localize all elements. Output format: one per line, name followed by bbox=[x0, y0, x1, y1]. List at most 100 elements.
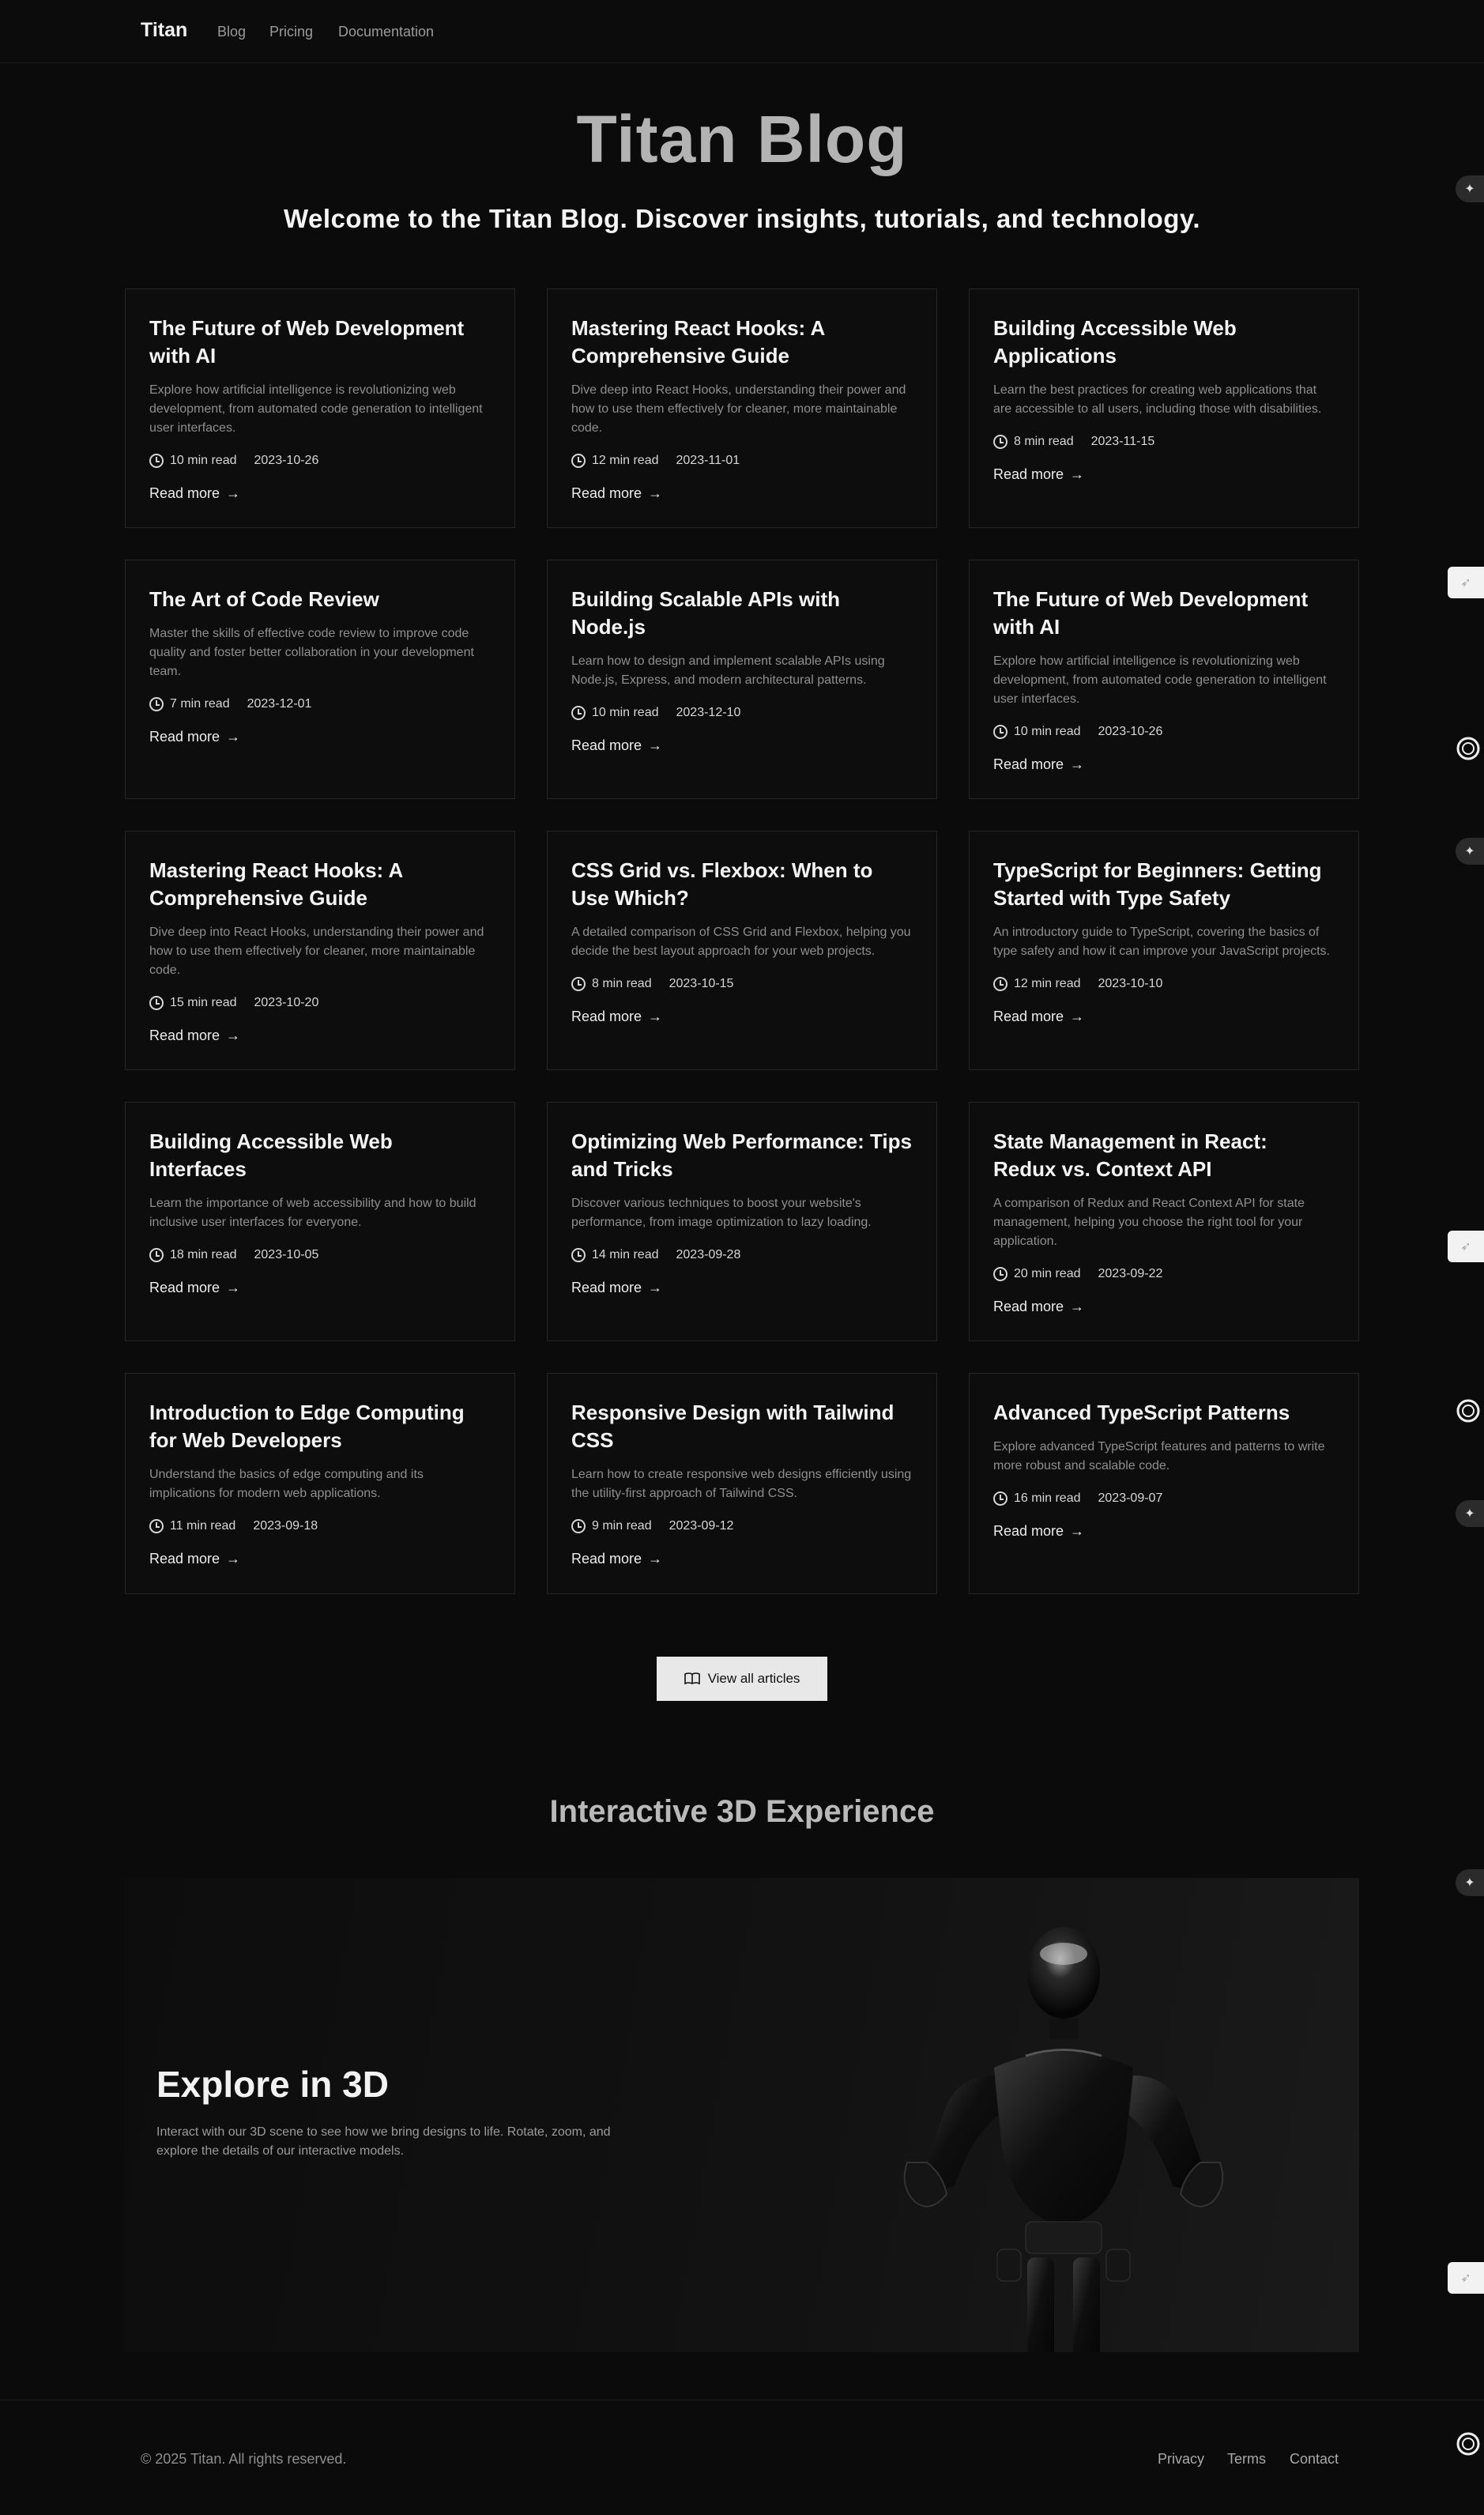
read-more-link[interactable]: Read more → bbox=[571, 737, 662, 754]
article-title[interactable]: Building Scalable APIs with Node.js bbox=[571, 586, 913, 641]
arrow-right-icon: → bbox=[226, 1280, 241, 1295]
read-more-link[interactable]: Read more → bbox=[993, 1009, 1084, 1025]
clock-icon bbox=[149, 697, 164, 711]
article-description: A detailed comparison of CSS Grid and Fl… bbox=[571, 926, 911, 958]
clock-icon bbox=[149, 1519, 164, 1533]
article-title[interactable]: Building Accessible Web Interfaces bbox=[149, 1128, 491, 1183]
article-title[interactable]: The Future of Web Development with AI bbox=[993, 586, 1335, 641]
arrow-right-icon: → bbox=[226, 729, 241, 745]
nav-link-pricing[interactable]: Pricing bbox=[269, 24, 313, 40]
arrow-right-icon: → bbox=[648, 737, 663, 753]
rocket-icon[interactable]: ➶ bbox=[1448, 567, 1484, 598]
article-card[interactable]: Introduction to Edge Computing for Web D… bbox=[125, 1373, 515, 1594]
publish-date: 2023-10-20 bbox=[254, 996, 319, 1009]
article-title[interactable]: Mastering React Hooks: A Comprehensive G… bbox=[571, 315, 913, 370]
ring-icon[interactable] bbox=[1452, 1395, 1484, 1427]
read-time: 11 min read bbox=[170, 1519, 236, 1533]
arrow-right-icon: → bbox=[1070, 1523, 1085, 1539]
read-more-label: Read more bbox=[993, 1299, 1064, 1314]
sparkle-icon[interactable]: ✦ bbox=[1456, 1869, 1484, 1896]
article-card[interactable]: The Future of Web Development with AI Exp… bbox=[969, 560, 1359, 799]
article-meta: 10 min read 2023-10-26 bbox=[149, 454, 491, 468]
article-card[interactable]: Mastering React Hooks: A Comprehensive G… bbox=[125, 831, 515, 1070]
clock-icon bbox=[993, 1267, 1008, 1281]
read-more-link[interactable]: Read more → bbox=[993, 756, 1084, 773]
publish-date: 2023-09-18 bbox=[253, 1519, 318, 1533]
article-card[interactable]: CSS Grid vs. Flexbox: When to Use Which?… bbox=[547, 831, 937, 1070]
read-more-link[interactable]: Read more → bbox=[149, 1027, 240, 1044]
read-more-link[interactable]: Read more → bbox=[571, 1009, 662, 1025]
article-card[interactable]: Responsive Design with Tailwind CSS Learn… bbox=[547, 1373, 937, 1594]
ring-icon[interactable] bbox=[1452, 2428, 1484, 2460]
article-title[interactable]: Mastering React Hooks: A Comprehensive G… bbox=[149, 857, 491, 912]
sparkle-icon[interactable]: ✦ bbox=[1456, 1500, 1484, 1527]
read-more-link[interactable]: Read more → bbox=[571, 485, 662, 502]
article-title[interactable]: Building Accessible Web Applications bbox=[993, 315, 1335, 370]
top-nav: Titan Blog Pricing Documentation bbox=[0, 0, 1484, 63]
article-card[interactable]: State Management in React: Redux vs. Con… bbox=[969, 1102, 1359, 1341]
article-title[interactable]: CSS Grid vs. Flexbox: When to Use Which? bbox=[571, 857, 913, 912]
article-description: An introductory guide to TypeScript, cov… bbox=[993, 926, 1330, 958]
read-more-label: Read more bbox=[149, 729, 220, 745]
rocket-icon[interactable]: ➶ bbox=[1448, 1231, 1484, 1262]
article-card[interactable]: Building Accessible Web Applications Lear… bbox=[969, 288, 1359, 528]
copyright-text: © 2025 Titan. All rights reserved. bbox=[141, 2451, 347, 2467]
article-title[interactable]: TypeScript for Beginners: Getting Starte… bbox=[993, 857, 1335, 912]
arrow-right-icon: → bbox=[1070, 466, 1085, 482]
article-card[interactable]: Mastering React Hooks: A Comprehensive G… bbox=[547, 288, 937, 528]
read-more-link[interactable]: Read more → bbox=[149, 1280, 240, 1296]
rocket-icon[interactable]: ➶ bbox=[1448, 2262, 1484, 2294]
read-more-link[interactable]: Read more → bbox=[993, 1523, 1084, 1540]
read-more-label: Read more bbox=[149, 1551, 220, 1567]
read-more-link[interactable]: Read more → bbox=[571, 1551, 662, 1567]
nav-link-blog[interactable]: Blog bbox=[217, 24, 246, 40]
sparkle-icon[interactable]: ✦ bbox=[1456, 838, 1484, 865]
article-card[interactable]: Optimizing Web Performance: Tips and Tri… bbox=[547, 1102, 937, 1341]
article-description: Learn the best practices for creating we… bbox=[993, 383, 1322, 416]
article-card[interactable]: Advanced TypeScript Patterns Explore adva… bbox=[969, 1373, 1359, 1594]
3d-scene-canvas[interactable]: Explore in 3D Interact with our 3D scene… bbox=[125, 1878, 1359, 2352]
ring-icon[interactable] bbox=[1452, 733, 1484, 764]
brand-logo[interactable]: Titan bbox=[141, 19, 187, 42]
article-description: Explore advanced TypeScript features and… bbox=[993, 1440, 1325, 1472]
page-subtitle: Welcome to the Titan Blog. Discover insi… bbox=[284, 204, 1200, 233]
article-card[interactable]: The Art of Code Review Master the skills … bbox=[125, 560, 515, 799]
article-title[interactable]: Introduction to Edge Computing for Web D… bbox=[149, 1399, 491, 1454]
article-title[interactable]: The Art of Code Review bbox=[149, 586, 491, 613]
article-title[interactable]: Optimizing Web Performance: Tips and Tri… bbox=[571, 1128, 913, 1183]
clock-icon bbox=[571, 1248, 586, 1262]
article-card[interactable]: Building Accessible Web Interfaces Learn … bbox=[125, 1102, 515, 1341]
footer-link-privacy[interactable]: Privacy bbox=[1158, 2451, 1204, 2468]
read-more-link[interactable]: Read more → bbox=[571, 1280, 662, 1296]
publish-date: 2023-10-10 bbox=[1098, 977, 1163, 990]
arrow-right-icon: → bbox=[648, 485, 663, 501]
article-meta: 15 min read 2023-10-20 bbox=[149, 996, 491, 1010]
read-more-link[interactable]: Read more → bbox=[993, 1299, 1084, 1315]
article-meta: 12 min read 2023-11-01 bbox=[571, 454, 913, 468]
nav-link-documentation[interactable]: Documentation bbox=[338, 24, 434, 40]
read-more-link[interactable]: Read more → bbox=[149, 729, 240, 745]
read-more-label: Read more bbox=[993, 1009, 1064, 1024]
read-time: 12 min read bbox=[592, 454, 659, 467]
read-more-link[interactable]: Read more → bbox=[993, 466, 1084, 483]
article-title[interactable]: State Management in React: Redux vs. Con… bbox=[993, 1128, 1335, 1183]
read-more-link[interactable]: Read more → bbox=[149, 1551, 240, 1567]
sparkle-icon[interactable]: ✦ bbox=[1456, 175, 1484, 202]
read-more-label: Read more bbox=[149, 1280, 220, 1295]
article-title[interactable]: Responsive Design with Tailwind CSS bbox=[571, 1399, 913, 1454]
section-title-3d: Interactive 3D Experience bbox=[549, 1794, 935, 1829]
footer-link-contact[interactable]: Contact bbox=[1290, 2451, 1339, 2468]
clock-icon bbox=[993, 1491, 1008, 1506]
footer-link-terms[interactable]: Terms bbox=[1227, 2451, 1266, 2468]
article-meta: 11 min read 2023-09-18 bbox=[149, 1519, 491, 1533]
read-time: 14 min read bbox=[592, 1248, 659, 1261]
view-all-articles-button[interactable]: View all articles bbox=[657, 1657, 827, 1701]
article-title[interactable]: The Future of Web Development with AI bbox=[149, 315, 491, 370]
robot-3d-model[interactable] bbox=[860, 1917, 1271, 2352]
article-card[interactable]: Building Scalable APIs with Node.js Learn… bbox=[547, 560, 937, 799]
publish-date: 2023-09-28 bbox=[676, 1248, 741, 1261]
article-title[interactable]: Advanced TypeScript Patterns bbox=[993, 1399, 1335, 1427]
read-more-link[interactable]: Read more → bbox=[149, 485, 240, 502]
article-card[interactable]: The Future of Web Development with AI Exp… bbox=[125, 288, 515, 528]
article-card[interactable]: TypeScript for Beginners: Getting Starte… bbox=[969, 831, 1359, 1070]
